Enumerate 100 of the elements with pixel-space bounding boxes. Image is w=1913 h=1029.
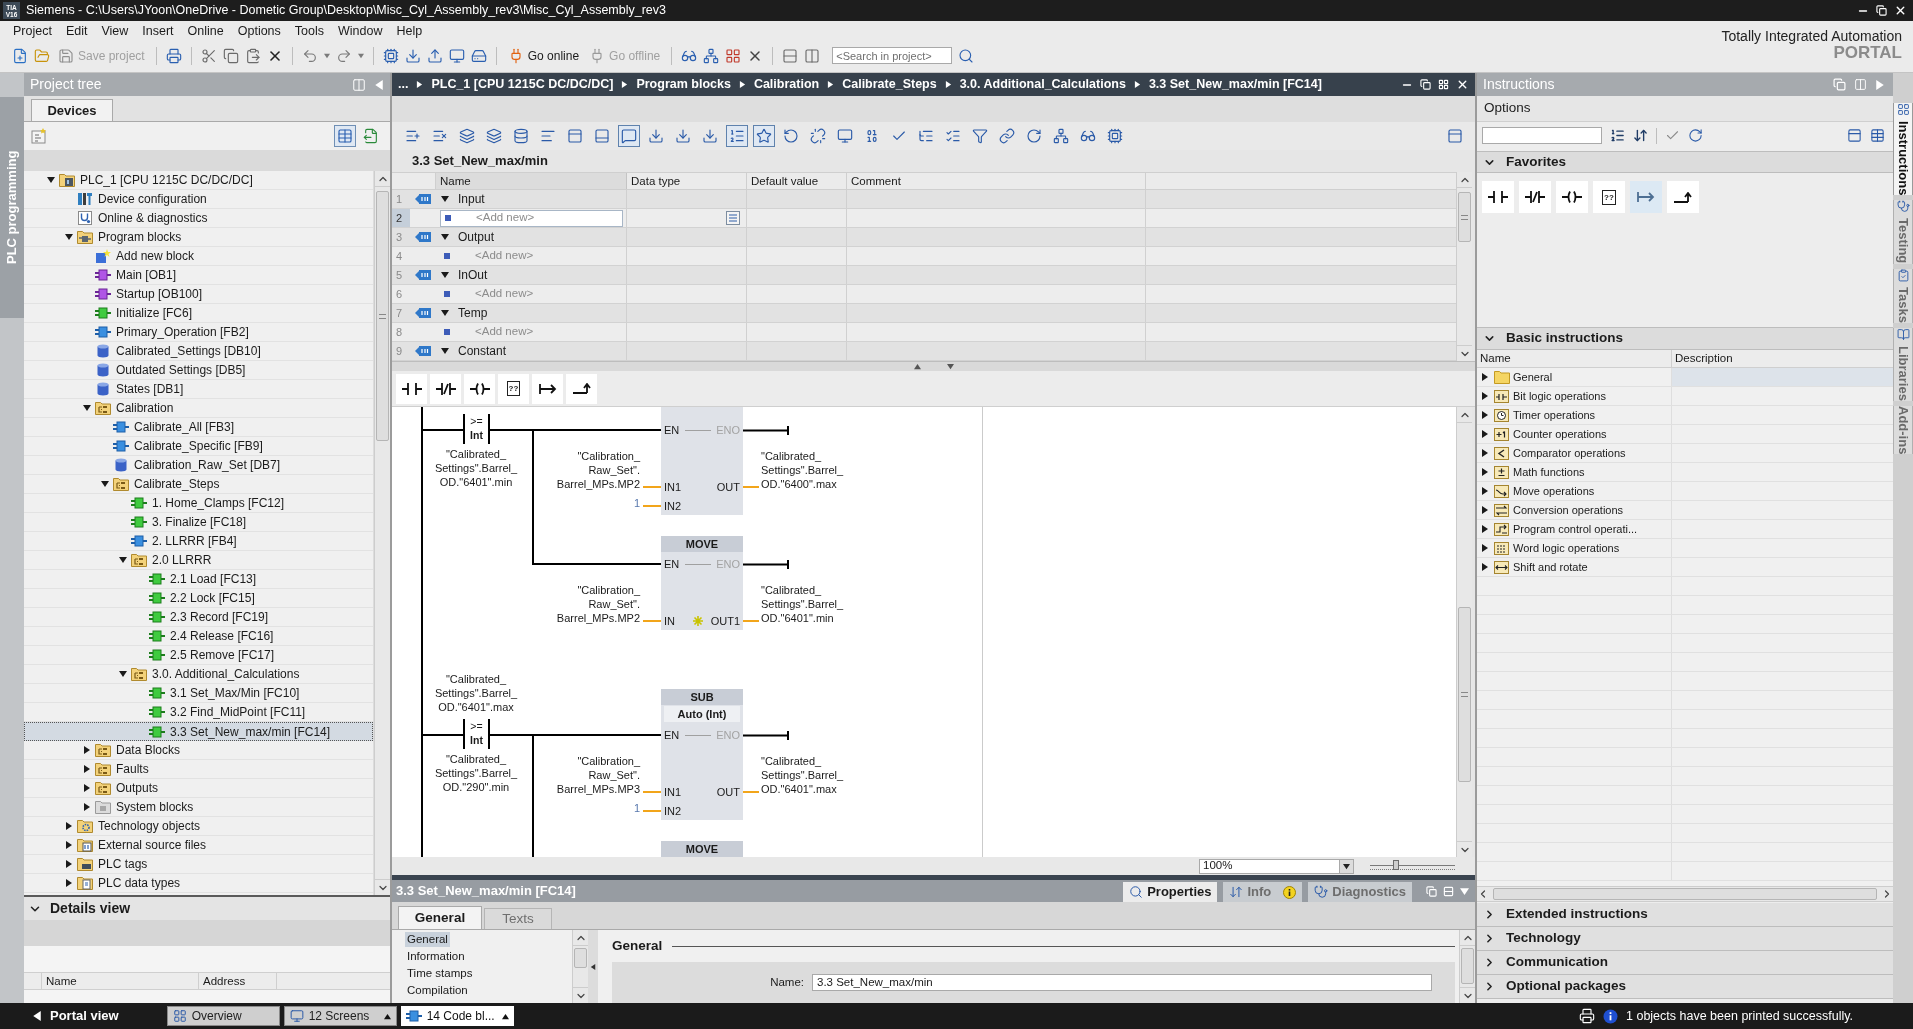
toolbar-button[interactable] [726, 125, 748, 147]
go-online-button[interactable]: Go online [505, 46, 582, 65]
favorite-button[interactable] [566, 373, 597, 404]
caret-right-icon[interactable] [65, 822, 73, 830]
tree-item[interactable]: States [DB1] [24, 380, 373, 399]
taskbar-tab[interactable]: Overview [166, 1006, 280, 1026]
caret-right-icon[interactable] [1481, 506, 1489, 514]
printer-icon[interactable] [1579, 1008, 1595, 1024]
tree-item[interactable]: 1. Home_Clamps [FC12] [24, 494, 373, 513]
caret-down-icon[interactable] [1343, 862, 1350, 870]
tree-item[interactable]: PLC_1 [CPU 1215C DC/DC/DC] [24, 171, 373, 190]
caret-right-icon[interactable] [1481, 487, 1489, 495]
scroll-thumb[interactable] [574, 948, 587, 968]
list-item[interactable]: Word logic operations [1477, 539, 1893, 558]
nav-item[interactable]: Time stamps [405, 966, 475, 981]
panel-tab[interactable]: Devices [31, 99, 113, 121]
nav-item[interactable]: Compilation [405, 983, 470, 998]
new-file-icon[interactable] [12, 47, 28, 64]
menu-item[interactable]: Tools [287, 22, 331, 41]
taskbar-tab[interactable]: 14 Code bl... [400, 1006, 514, 1026]
caret-right-icon[interactable] [1481, 544, 1489, 552]
tree-item[interactable]: Calibrate_Steps [24, 475, 373, 494]
section-header[interactable]: Favorites [1477, 151, 1893, 173]
breadcrumb-item[interactable]: 3.0. Additional_Calculations [959, 75, 1126, 94]
rows-icon[interactable] [782, 47, 799, 64]
box-type-field[interactable]: Auto (Int) [664, 706, 740, 722]
section-header[interactable]: Basic instructions [1477, 327, 1893, 350]
tree-item[interactable]: Add new block [24, 247, 373, 266]
sort-icon[interactable] [1610, 128, 1625, 143]
list-item[interactable]: Counter operations [1477, 425, 1893, 444]
tree-item[interactable]: Primary_Operation [FB2] [24, 323, 373, 342]
upload-icon[interactable] [426, 47, 443, 64]
search-field[interactable]: <Search in project> [832, 47, 953, 64]
side-tab[interactable]: Testing [1893, 200, 1913, 264]
side-tab[interactable]: Instructions [1893, 103, 1913, 196]
favorite-button[interactable] [1519, 181, 1551, 213]
column-header[interactable]: Default value [747, 173, 847, 189]
table-icon[interactable] [1870, 128, 1885, 143]
tree-item[interactable]: 3.0. Additional_Calculations [24, 665, 373, 684]
column-header[interactable]: Description [1672, 350, 1893, 367]
menu-item[interactable]: Edit [58, 22, 95, 41]
favorite-button[interactable] [430, 373, 461, 404]
scroll-thumb[interactable] [1458, 607, 1471, 782]
sort-arrows-icon[interactable] [1633, 128, 1648, 143]
scroll-thumb[interactable] [376, 191, 389, 441]
columns-icon[interactable] [804, 47, 821, 64]
scissors-icon[interactable] [200, 47, 217, 64]
tree-item[interactable]: Online & diagnostics [24, 209, 373, 228]
tree-item[interactable]: 2.5 Remove [FC17] [24, 646, 373, 665]
column-header[interactable]: Name [436, 173, 627, 189]
list-item[interactable]: Program control operati... [1477, 520, 1893, 539]
breadcrumb-item[interactable]: Program blocks [636, 75, 731, 94]
tree-item[interactable]: Device configuration [24, 190, 373, 209]
caret-left-icon[interactable] [590, 963, 596, 970]
tree-item[interactable]: 3.3 Set_New_max/min [FC14] [24, 722, 373, 741]
menu-item[interactable]: Window [331, 22, 390, 41]
column-header[interactable]: Data type [627, 173, 747, 189]
network-icon[interactable] [703, 47, 720, 64]
list-item[interactable]: Shift and rotate [1477, 558, 1893, 577]
tree-item[interactable]: 3. Finalize [FC18] [24, 513, 373, 532]
copy-icon[interactable] [222, 47, 239, 64]
nav-item[interactable]: Information [405, 949, 467, 964]
scrollbar[interactable] [572, 930, 588, 1003]
caret-right-icon[interactable] [83, 803, 91, 811]
tree-item[interactable]: Main [OB1] [24, 266, 373, 285]
nav-item[interactable]: General [405, 932, 450, 947]
monitor-icon[interactable] [448, 47, 465, 64]
tree-item[interactable]: System blocks [24, 798, 373, 817]
caret-right-icon[interactable] [1481, 563, 1489, 571]
panel-tab[interactable]: Texts [484, 908, 552, 929]
column-header[interactable]: Name [42, 973, 199, 989]
caret-right-icon[interactable] [83, 746, 91, 754]
panel-icon[interactable] [1447, 128, 1463, 144]
slider-thumb[interactable] [1392, 860, 1399, 870]
tree-item[interactable]: Technology objects [24, 817, 373, 836]
column-header[interactable]: Address [199, 973, 277, 989]
caret-down-icon[interactable] [119, 670, 127, 678]
side-tab[interactable]: Libraries [1893, 327, 1913, 401]
tree-item[interactable]: Calibration_Raw_Set [DB7] [24, 456, 373, 475]
favorite-button[interactable]: ?? [1593, 181, 1625, 213]
drive-icon[interactable] [470, 47, 487, 64]
tree-item[interactable]: Outdated Settings [DB5] [24, 361, 373, 380]
column-header[interactable]: Comment [847, 173, 1146, 189]
menu-item[interactable]: Options [230, 22, 288, 41]
caret-right-icon[interactable] [83, 784, 91, 792]
tree-item[interactable]: 3.1 Set_Max/Min [FC10] [24, 684, 373, 703]
caret-down-icon[interactable] [119, 556, 127, 564]
favorite-button[interactable] [1482, 181, 1514, 213]
chip-icon[interactable] [382, 47, 399, 64]
breadcrumb-item[interactable]: ... [398, 75, 409, 94]
toolbar-button[interactable] [753, 125, 775, 147]
tree-item[interactable]: Outputs [24, 779, 373, 798]
favorite-button[interactable] [396, 373, 427, 404]
tree-item[interactable]: Calibrated_Settings [DB10] [24, 342, 373, 361]
list-item[interactable]: Comparator operations [1477, 444, 1893, 463]
favorite-button[interactable] [532, 373, 563, 404]
scroll-thumb[interactable] [1458, 192, 1471, 242]
caret-up-icon[interactable] [501, 1012, 509, 1020]
tree-item[interactable]: Calibration [24, 399, 373, 418]
breadcrumb-item[interactable]: Calibration [753, 75, 820, 94]
